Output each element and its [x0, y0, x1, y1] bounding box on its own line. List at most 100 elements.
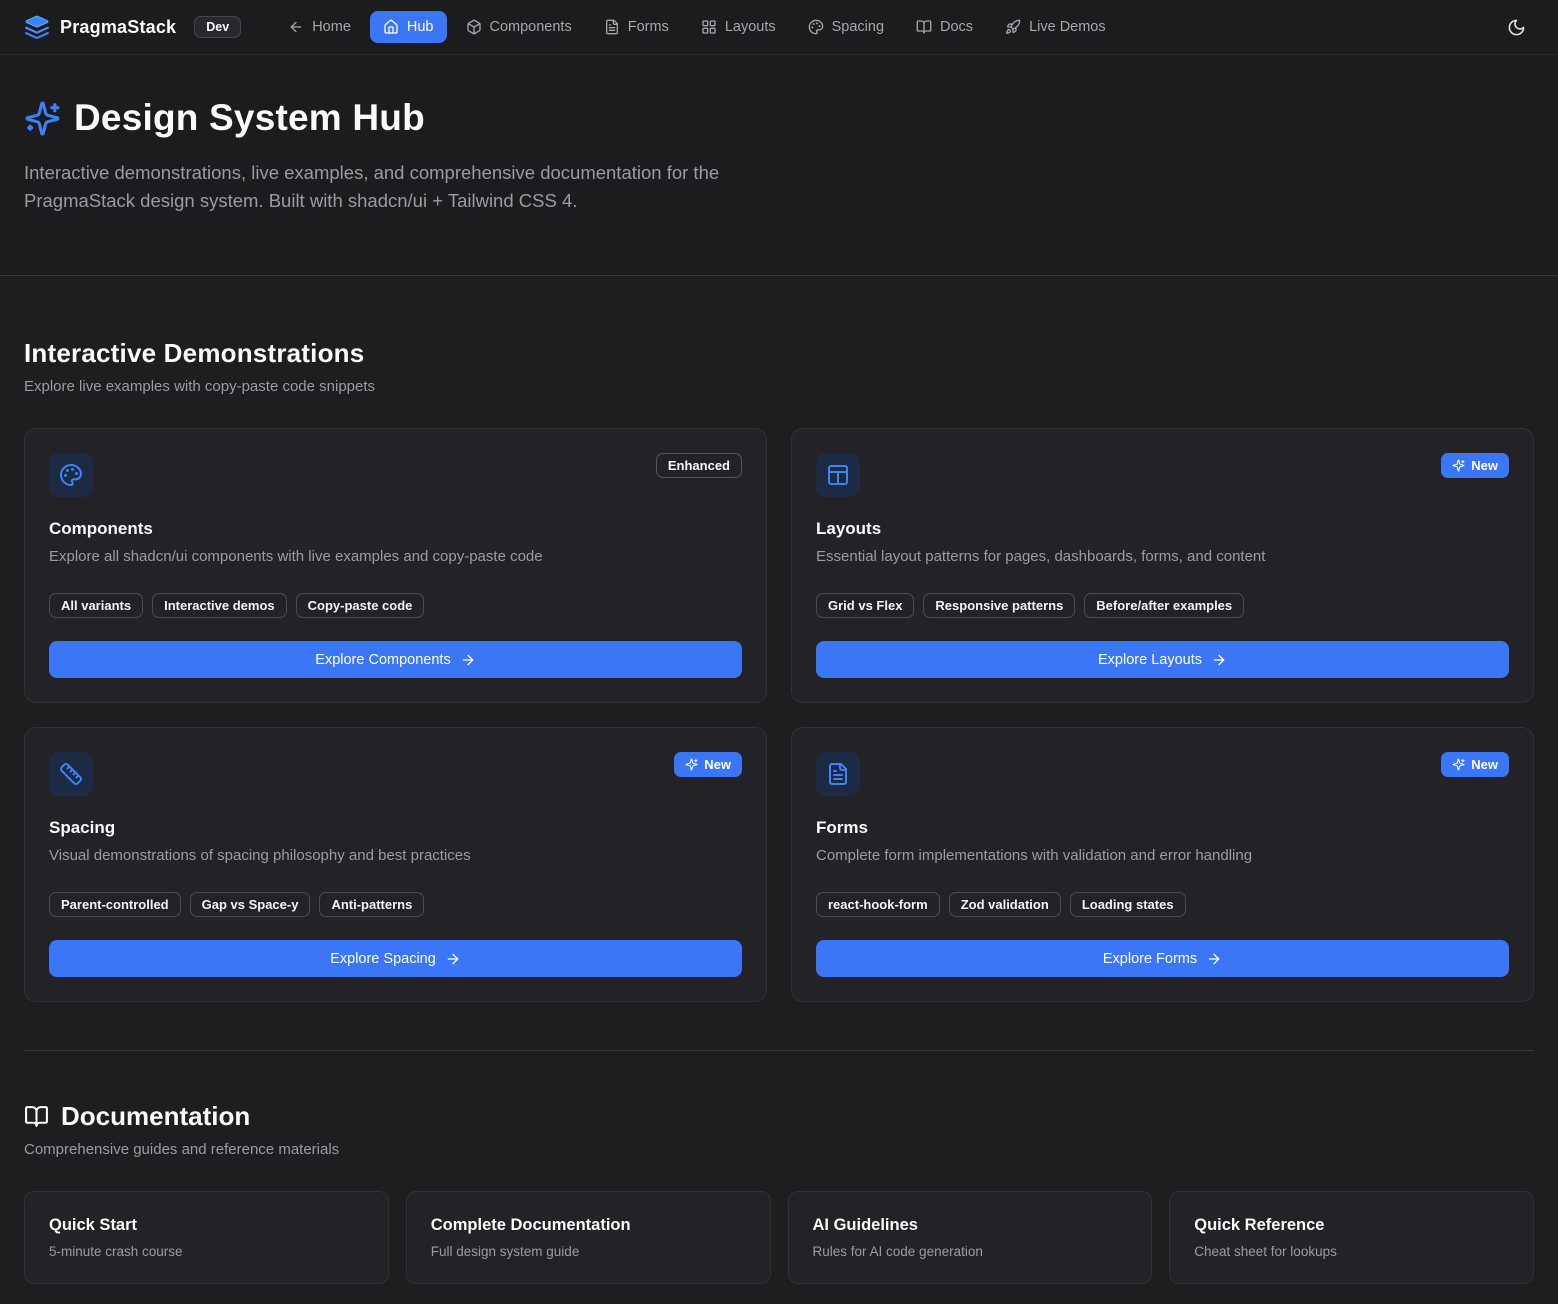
card-title: Components [49, 519, 742, 539]
feature-tag: Loading states [1070, 892, 1186, 917]
status-badge: New [1441, 752, 1509, 777]
layout-grid-icon [701, 19, 717, 35]
feature-tag: Anti-patterns [319, 892, 424, 917]
nav-item-layouts[interactable]: Layouts [688, 11, 789, 43]
nav-item-spacing[interactable]: Spacing [795, 11, 897, 43]
doc-card-description: 5-minute crash course [49, 1244, 364, 1259]
feature-tag: Grid vs Flex [816, 593, 914, 618]
file-text-icon [604, 19, 620, 35]
docs-section-title: Documentation [61, 1101, 250, 1132]
status-badge: New [1441, 453, 1509, 478]
docs-grid: Quick Start 5-minute crash course Comple… [24, 1191, 1534, 1284]
arrow-left-icon [288, 19, 304, 35]
doc-card-description: Full design system guide [431, 1244, 746, 1259]
top-navbar: PragmaStack Dev Home Hub Components Fo [0, 0, 1558, 55]
main-nav: Home Hub Components Forms Layouts [275, 11, 1118, 43]
demos-section: Interactive Demonstrations Explore live … [24, 276, 1534, 1002]
nav-item-docs[interactable]: Docs [903, 11, 986, 43]
demo-card-components: Enhanced Components Explore all shadcn/u… [24, 428, 767, 703]
nav-item-forms[interactable]: Forms [591, 11, 682, 43]
panel-top-icon [816, 453, 860, 497]
doc-card-quick-reference[interactable]: Quick Reference Cheat sheet for lookups [1169, 1191, 1534, 1284]
doc-card-title: Complete Documentation [431, 1216, 746, 1235]
nav-label: Docs [940, 19, 973, 35]
nav-label: Hub [407, 19, 434, 35]
cta-label: Explore Spacing [330, 951, 436, 967]
feature-tag: Zod validation [949, 892, 1061, 917]
doc-card-quick-start[interactable]: Quick Start 5-minute crash course [24, 1191, 389, 1284]
doc-card-description: Rules for AI code generation [813, 1244, 1128, 1259]
docs-section-subtitle: Comprehensive guides and reference mater… [24, 1141, 1534, 1158]
file-text-icon [816, 752, 860, 796]
badge-label: New [704, 757, 731, 772]
cta-label: Explore Components [315, 652, 450, 668]
tag-row: Grid vs Flex Responsive patterns Before/… [816, 593, 1509, 618]
demo-card-forms: New Forms Complete form implementations … [791, 727, 1534, 1002]
nav-label: Home [312, 19, 351, 35]
ruler-icon [49, 752, 93, 796]
arrow-right-icon [445, 951, 461, 967]
demo-card-spacing: New Spacing Visual demonstrations of spa… [24, 727, 767, 1002]
card-title: Forms [816, 818, 1509, 838]
card-description: Complete form implementations with valid… [816, 847, 1509, 864]
feature-tag: Interactive demos [152, 593, 287, 618]
tag-row: react-hook-form Zod validation Loading s… [816, 892, 1509, 917]
status-badge: New [674, 752, 742, 777]
palette-icon [49, 453, 93, 497]
explore-layouts-button[interactable]: Explore Layouts [816, 641, 1509, 678]
book-open-icon [24, 1104, 49, 1129]
demos-grid: Enhanced Components Explore all shadcn/u… [24, 428, 1534, 1002]
nav-item-hub[interactable]: Hub [370, 11, 447, 43]
status-badge: Enhanced [656, 453, 742, 478]
doc-card-title: AI Guidelines [813, 1216, 1128, 1235]
arrow-right-icon [1206, 951, 1222, 967]
book-open-icon [916, 19, 932, 35]
sparkles-icon [24, 100, 61, 137]
badge-label: New [1471, 757, 1498, 772]
hero-section: Design System Hub Interactive demonstrat… [0, 55, 1558, 276]
feature-tag: Before/after examples [1084, 593, 1244, 618]
nav-label: Layouts [725, 19, 776, 35]
arrow-right-icon [460, 652, 476, 668]
theme-toggle-button[interactable] [1498, 9, 1534, 45]
env-badge: Dev [194, 16, 241, 38]
page-subtitle: Interactive demonstrations, live example… [24, 159, 766, 215]
moon-icon [1507, 18, 1526, 37]
nav-item-home[interactable]: Home [275, 11, 364, 43]
feature-tag: All variants [49, 593, 143, 618]
demos-section-subtitle: Explore live examples with copy-paste co… [24, 378, 1534, 395]
page-title: Design System Hub [74, 97, 425, 139]
cta-label: Explore Forms [1103, 951, 1197, 967]
nav-label: Live Demos [1029, 19, 1106, 35]
feature-tag: Parent-controlled [49, 892, 181, 917]
card-title: Layouts [816, 519, 1509, 539]
explore-spacing-button[interactable]: Explore Spacing [49, 940, 742, 977]
explore-components-button[interactable]: Explore Components [49, 641, 742, 678]
feature-tag: Gap vs Space-y [190, 892, 311, 917]
explore-forms-button[interactable]: Explore Forms [816, 940, 1509, 977]
demo-card-layouts: New Layouts Essential layout patterns fo… [791, 428, 1534, 703]
feature-tag: Responsive patterns [923, 593, 1075, 618]
doc-card-title: Quick Start [49, 1216, 364, 1235]
doc-card-complete-documentation[interactable]: Complete Documentation Full design syste… [406, 1191, 771, 1284]
nav-item-live-demos[interactable]: Live Demos [992, 11, 1119, 43]
palette-icon [808, 19, 824, 35]
cta-label: Explore Layouts [1098, 652, 1202, 668]
nav-label: Components [490, 19, 572, 35]
brand[interactable]: PragmaStack Dev [24, 14, 241, 40]
sparkle-icon [1452, 459, 1465, 472]
card-description: Visual demonstrations of spacing philoso… [49, 847, 742, 864]
box-icon [466, 19, 482, 35]
card-description: Explore all shadcn/ui components with li… [49, 548, 742, 565]
home-icon [383, 19, 399, 35]
nav-label: Spacing [832, 19, 884, 35]
layers-icon [24, 14, 50, 40]
sparkle-icon [1452, 758, 1465, 771]
doc-card-ai-guidelines[interactable]: AI Guidelines Rules for AI code generati… [788, 1191, 1153, 1284]
tag-row: All variants Interactive demos Copy-past… [49, 593, 742, 618]
doc-card-description: Cheat sheet for lookups [1194, 1244, 1509, 1259]
nav-item-components[interactable]: Components [453, 11, 585, 43]
card-description: Essential layout patterns for pages, das… [816, 548, 1509, 565]
tag-row: Parent-controlled Gap vs Space-y Anti-pa… [49, 892, 742, 917]
main-content: Interactive Demonstrations Explore live … [0, 276, 1558, 1304]
